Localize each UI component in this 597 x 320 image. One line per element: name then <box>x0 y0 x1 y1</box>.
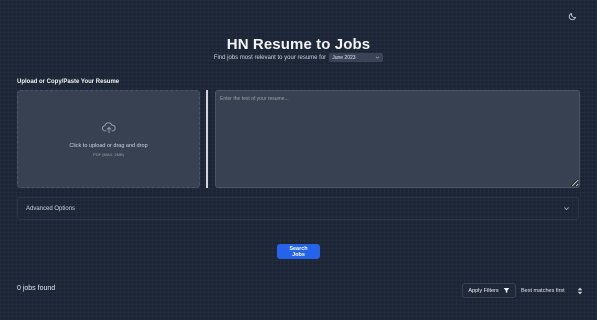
month-select-value: June 2023 <box>332 54 356 61</box>
chevron-down-icon <box>375 56 380 59</box>
filter-icon <box>503 288 509 293</box>
search-jobs-button[interactable]: Search Jobs <box>277 244 320 259</box>
page-title: HN Resume to Jobs <box>226 36 371 53</box>
vertical-divider <box>206 90 208 188</box>
sort-arrows-icon <box>577 287 583 294</box>
cloud-upload-icon <box>102 122 116 134</box>
apply-filters-button[interactable]: Apply Filters <box>462 283 516 298</box>
month-select[interactable]: June 2023 <box>329 53 384 62</box>
theme-toggle-button[interactable] <box>566 10 578 22</box>
sort-select[interactable]: Best matches first <box>521 284 583 297</box>
resume-text-input[interactable] <box>215 90 580 188</box>
subtitle-row: Find jobs most relevant to your resume f… <box>0 53 597 62</box>
upload-prompt: Click to upload or drag and drop <box>69 143 148 149</box>
upload-hint: PDF (MAX. 2MB) <box>93 152 124 157</box>
file-upload-dropzone[interactable]: Click to upload or drag and drop PDF (MA… <box>17 90 200 188</box>
upload-section-label: Upload or Copy/Paste Your Resume <box>17 79 120 85</box>
sort-select-value: Best matches first <box>521 287 565 294</box>
advanced-options-label: Advanced Options <box>26 205 76 212</box>
subtitle-text: Find jobs most relevant to your resume f… <box>213 54 327 61</box>
chevron-down-icon <box>564 207 569 211</box>
moon-icon <box>568 12 576 20</box>
advanced-options-toggle[interactable]: Advanced Options <box>17 197 579 220</box>
apply-filters-label: Apply Filters <box>468 287 499 294</box>
jobs-count: 0 jobs found <box>17 285 56 292</box>
